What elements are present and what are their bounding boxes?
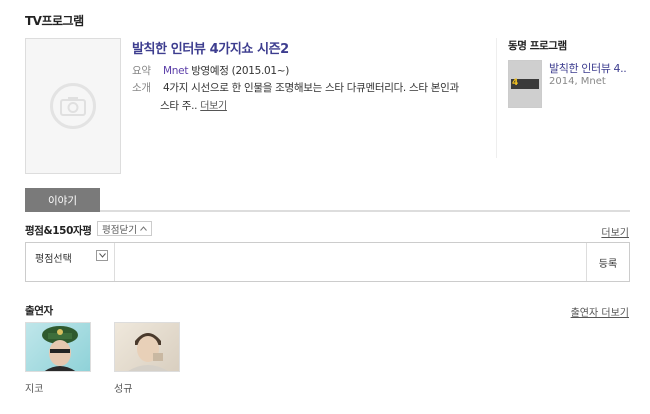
cast-name[interactable]: 성규 [114,380,132,395]
same-name-thumbnail[interactable]: 4 [508,60,542,108]
program-poster-placeholder[interactable] [25,38,121,174]
description-label: 소개 [132,82,151,94]
tab-underline [25,210,630,212]
description-more-link[interactable]: 더보기 [200,101,227,112]
cast-section-title: 출연자 [25,305,53,317]
rating-close-toggle[interactable]: 평점닫기 [97,221,152,236]
section-title: TV프로그램 [25,14,84,28]
description-text-line2: 스타 주.. [160,100,198,112]
program-description-cont: 스타 주.. 더보기 [160,97,227,113]
camera-icon [50,83,96,129]
rating-toggle-label: 평점닫기 [102,224,137,236]
tab-story[interactable]: 이야기 [25,188,100,212]
cast-name[interactable]: 지코 [25,380,43,395]
same-name-title: 동명 프로그램 [508,40,567,52]
chevron-down-icon[interactable] [96,250,108,261]
submit-review-button[interactable]: 등록 [586,243,629,281]
same-name-program-meta: 2014, Mnet [549,76,606,87]
side-divider [496,38,497,158]
cast-photo-zico[interactable] [25,322,91,372]
same-name-program-link[interactable]: 발칙한 인터뷰 4.. [549,60,627,76]
broadcast-status: 방영예정 (2015.01~) [191,65,290,77]
program-summary: 요약 Mnet 방영예정 (2015.01~) [132,63,289,78]
cast-more-link[interactable]: 출연자 더보기 [571,304,629,319]
rating-form: 평점선택 등록 [25,242,630,282]
channel-name[interactable]: Mnet [163,65,188,77]
description-text-line1: 4가지 시선으로 한 인물을 조명해보는 스타 다큐멘터리다. 스타 본인과 [163,82,459,94]
review-text-input[interactable] [116,243,586,281]
rating-section-title: 평점&150자평 [25,225,92,237]
program-description: 소개 4가지 시선으로 한 인물을 조명해보는 스타 다큐멘터리다. 스타 본인… [132,80,459,95]
rating-select[interactable]: 평점선택 [26,243,115,281]
thumbnail-logo-text: 4 [512,78,519,88]
cast-photo-sunggyu[interactable] [114,322,180,372]
summary-label: 요약 [132,65,151,77]
chevron-up-icon [140,223,147,234]
rating-select-label: 평점선택 [35,254,72,265]
rating-more-link[interactable]: 더보기 [601,224,629,239]
program-title[interactable]: 발칙한 인터뷰 4가지쇼 시즌2 [132,38,289,57]
